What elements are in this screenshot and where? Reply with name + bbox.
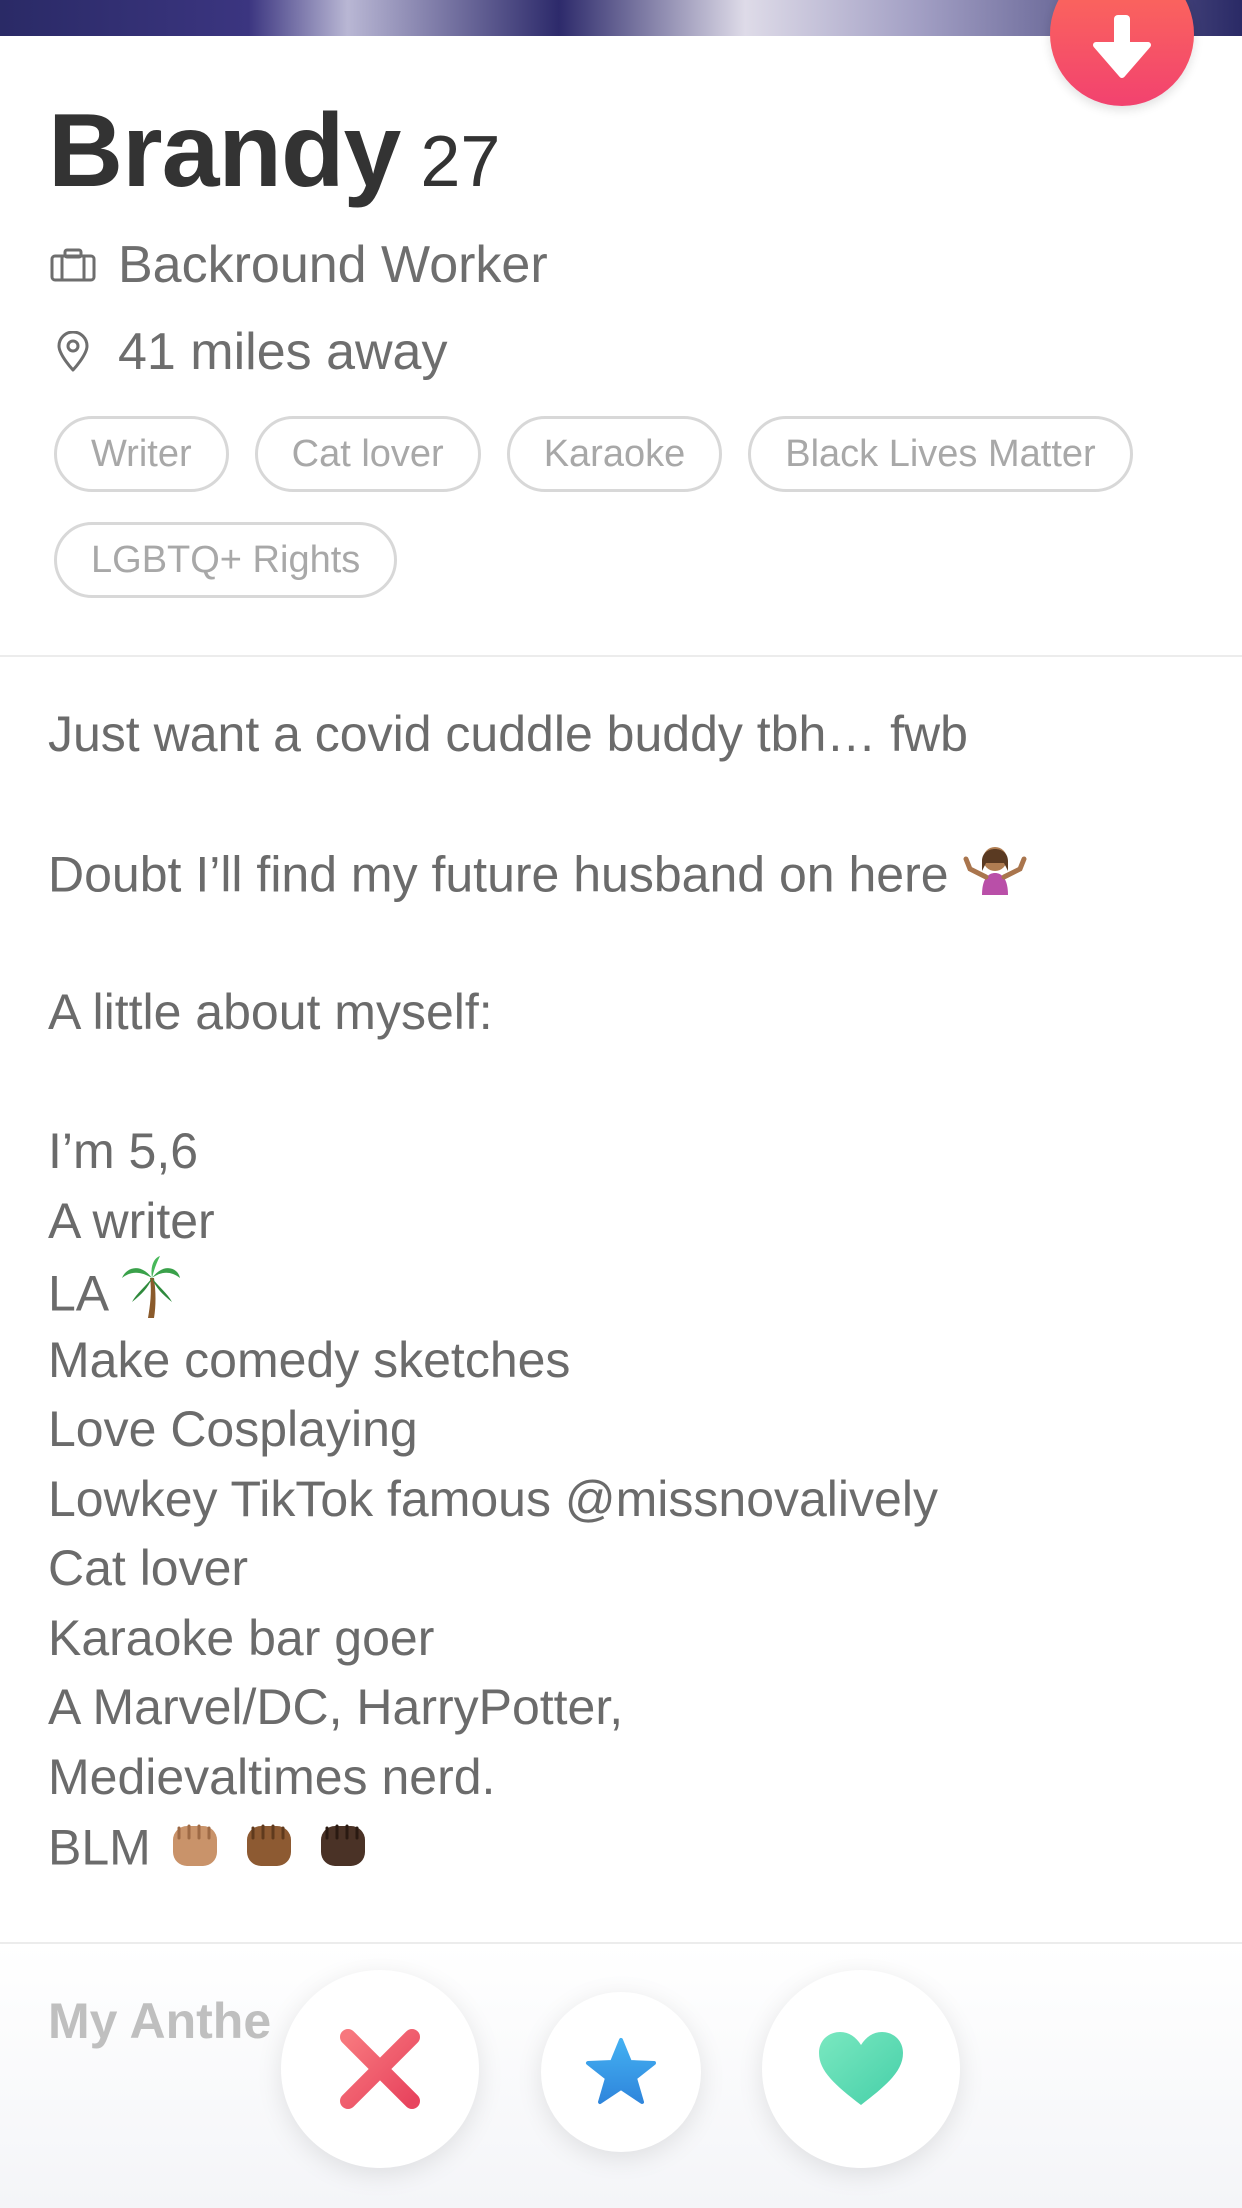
location-pin-icon: [48, 327, 98, 377]
bio-line-with-emoji: BLM: [48, 1812, 1208, 1882]
raised-fist-emoji: [239, 1812, 299, 1891]
interest-chips: Writer Cat lover Karaoke Black Lives Mat…: [54, 416, 1204, 598]
bio-line-with-emoji: LA: [48, 1256, 1208, 1326]
bio-line: Make comedy sketches: [48, 1331, 571, 1388]
bio-line: A little about myself:: [48, 984, 493, 1040]
interest-chip: Writer: [54, 416, 229, 492]
bio-line: Doubt I’ll find my future husband on her…: [48, 846, 949, 903]
arrow-down-icon: [1093, 15, 1151, 78]
anthem-heading: My Anthe: [48, 1993, 272, 2049]
bio-line: I’m 5,6: [48, 1123, 199, 1179]
section-divider: [0, 655, 1242, 657]
star-icon: [586, 2038, 656, 2104]
interest-chip: LGBTQ+ Rights: [54, 522, 398, 598]
nope-button[interactable]: [281, 1970, 479, 2168]
bio-line: LA: [48, 1265, 107, 1322]
bio-line: Cat lover: [48, 1540, 249, 1596]
super-like-button[interactable]: [541, 1992, 701, 2152]
profile-name: Brandy: [48, 93, 401, 209]
bio-blank-line: [48, 1048, 1208, 1118]
interest-chip: Karaoke: [506, 416, 723, 492]
profile-age: 27: [420, 122, 501, 202]
distance-text: 41 miles away: [118, 323, 448, 381]
name-age-row: Brandy 27: [48, 92, 500, 211]
interest-chip: Cat lover: [254, 416, 481, 492]
bio-line: BLM: [48, 1819, 151, 1876]
bio-line: A writer: [48, 1192, 215, 1249]
job-row: Backround Worker: [48, 235, 548, 295]
distance-row: 41 miles away: [48, 322, 447, 382]
like-button[interactable]: [762, 1970, 960, 2168]
bio-line: Medievaltimes nerd.: [48, 1748, 496, 1805]
close-x-icon: [340, 2029, 420, 2109]
bio-line: Karaoke bar goer: [48, 1609, 435, 1666]
bio-text: Just want a covid cuddle buddy tbh… fwb …: [48, 700, 1208, 1882]
bio-line: Just want a covid cuddle buddy tbh… fwb: [48, 706, 968, 762]
bio-blank-line: [48, 770, 1208, 840]
bio-line-with-emoji: Doubt I’ll find my future husband on her…: [48, 839, 1208, 909]
collapse-profile-button[interactable]: [1050, 0, 1194, 106]
heart-icon: [819, 2032, 903, 2105]
interest-chip: Black Lives Matter: [748, 416, 1133, 492]
job-title: Backround Worker: [118, 236, 548, 294]
raised-fist-emoji: [313, 1812, 373, 1891]
bio-blank-line: [48, 909, 1208, 979]
bio-line: A Marvel/DC, HarryPotter,: [48, 1679, 624, 1735]
briefcase-icon: [48, 240, 98, 290]
raised-fist-emoji: [165, 1812, 225, 1891]
person-shrugging-emoji: [962, 839, 1028, 918]
bio-line: Love Cosplaying: [48, 1401, 418, 1457]
bio-line: Lowkey TikTok famous @missnovalively: [48, 1470, 938, 1527]
